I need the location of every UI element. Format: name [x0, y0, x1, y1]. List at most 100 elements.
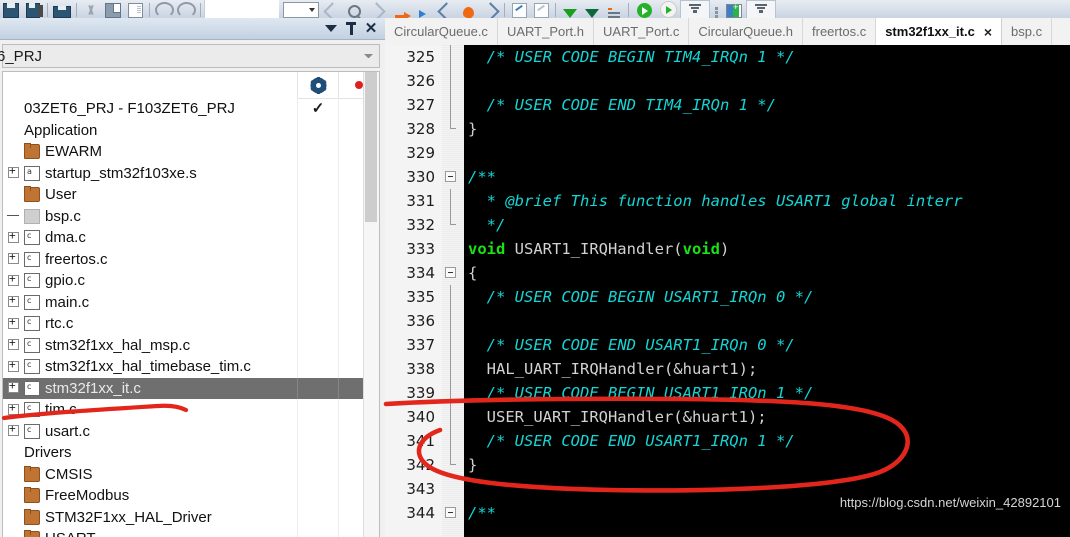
tree-item-usart-c[interactable]: usart.c	[3, 420, 379, 442]
editor-tab-bsp-c[interactable]: bsp.c	[1002, 18, 1053, 45]
expand-icon[interactable]	[7, 315, 21, 331]
fold-marker-row[interactable]	[442, 261, 464, 285]
tree-item-freertos-c[interactable]: freertos.c	[3, 248, 379, 270]
tree-scrollbar[interactable]	[363, 72, 379, 537]
tree-item-bsp-c[interactable]: bsp.c	[3, 205, 379, 227]
tab-close-icon[interactable]: ×	[984, 25, 992, 39]
dots-handle[interactable]	[710, 0, 722, 18]
expand-icon[interactable]	[7, 422, 21, 438]
diag-button[interactable]	[479, 0, 501, 18]
prev-button[interactable]	[435, 0, 457, 18]
fold-collapse-icon[interactable]	[445, 267, 456, 278]
redo-button[interactable]	[175, 0, 197, 18]
code-line[interactable]: /* USER CODE END TIM4_IRQn 1 */	[464, 93, 1070, 117]
undo-button[interactable]	[153, 0, 175, 18]
expand-icon[interactable]	[7, 272, 21, 288]
editor-tab-circularqueue-c[interactable]: CircularQueue.c	[385, 18, 498, 45]
nav-back-button[interactable]	[321, 0, 343, 18]
expand-icon[interactable]	[7, 358, 21, 374]
panel-pin-button[interactable]	[341, 19, 361, 39]
save-button[interactable]	[0, 0, 22, 18]
tree-scrollbar-thumb[interactable]	[365, 72, 377, 222]
funnel2-popup-button[interactable]	[746, 0, 776, 18]
tree-item-stm32f1xx-hal-driver[interactable]: STM32F1xx_HAL_Driver	[3, 506, 379, 528]
editor-tab-freertos-c[interactable]: freertos.c	[803, 18, 877, 45]
project-tree[interactable]: 03ZET6_PRJ - F103ZET6_PRJ ✓ Application EWA…	[2, 71, 380, 537]
green-chevron-button[interactable]	[559, 0, 581, 18]
list-button[interactable]	[603, 0, 625, 18]
tree-item-main-c[interactable]: main.c	[3, 291, 379, 313]
box-right-button[interactable]	[530, 0, 552, 18]
tree-item-stm32f1xx-it-c[interactable]: stm32f1xx_it.c	[3, 377, 379, 399]
green-chevron-dark-button[interactable]	[581, 0, 603, 18]
bookmark-button[interactable]	[413, 0, 435, 18]
goto-button[interactable]	[387, 0, 413, 18]
toolbar-combo[interactable]	[281, 0, 321, 18]
expand-icon[interactable]	[7, 336, 21, 352]
copy-button[interactable]	[102, 0, 124, 18]
code-line[interactable]: */	[464, 213, 1070, 237]
tree-item-rtc-c[interactable]: rtc.c	[3, 313, 379, 335]
run-button[interactable]	[632, 0, 656, 18]
code-text-area[interactable]: /* USER CODE BEGIN TIM4_IRQn 1 */ /* USE…	[464, 45, 1070, 537]
tree-item-gpio-c[interactable]: gpio.c	[3, 270, 379, 292]
code-line[interactable]	[464, 309, 1070, 333]
code-line[interactable]: void USART1_IRQHandler(void)	[464, 237, 1070, 261]
tree-item-drivers[interactable]: Drivers	[3, 442, 379, 464]
cut-button[interactable]	[80, 0, 102, 18]
editor-tabbar[interactable]: CircularQueue.c UART_Port.h UART_Port.c Cir…	[385, 18, 1070, 46]
code-line[interactable]: USER_UART_IRQHandler(&huart1);	[464, 405, 1070, 429]
code-line[interactable]	[464, 69, 1070, 93]
code-line[interactable]: /* USER CODE BEGIN USART1_IRQn 0 */	[464, 285, 1070, 309]
tree-item-startup-stm32f103xe-s[interactable]: startup_stm32f103xe.s	[3, 162, 379, 184]
tree-col-settings[interactable]	[297, 72, 338, 98]
blob-button[interactable]	[457, 0, 479, 18]
box-left-button[interactable]	[508, 0, 530, 18]
nav-forward-button[interactable]	[365, 0, 387, 18]
code-line[interactable]: /* USER CODE BEGIN USART1_IRQn 1 */	[464, 381, 1070, 405]
expand-icon[interactable]	[7, 164, 21, 180]
fold-marker-row[interactable]	[442, 501, 464, 525]
code-line[interactable]: * @brief This function handles USART1 gl…	[464, 189, 1070, 213]
tree-item-application[interactable]: Application	[3, 119, 379, 141]
tree-item-stm32f1xx-hal-msp-c[interactable]: stm32f1xx_hal_msp.c	[3, 334, 379, 356]
code-line[interactable]: /* USER CODE END USART1_IRQn 0 */	[464, 333, 1070, 357]
expand-icon[interactable]	[7, 229, 21, 245]
tree-item-cmsis[interactable]: CMSIS	[3, 463, 379, 485]
tree-item-dma-c[interactable]: dma.c	[3, 227, 379, 249]
tree-item-03zet6-prj-f103zet6-prj[interactable]: 03ZET6_PRJ - F103ZET6_PRJ ✓	[3, 98, 379, 120]
tree-item-user[interactable]: User	[3, 184, 379, 206]
code-line[interactable]: }	[464, 453, 1070, 477]
workspace-combo[interactable]: 6_PRJ	[0, 44, 380, 68]
editor-tab-circularqueue-h[interactable]: CircularQueue.h	[689, 18, 804, 45]
code-line[interactable]: /* USER CODE END USART1_IRQn 1 */	[464, 429, 1070, 453]
expand-icon[interactable]	[7, 401, 21, 417]
save-all-button[interactable]	[22, 0, 44, 18]
code-line[interactable]: HAL_UART_IRQHandler(&huart1);	[464, 357, 1070, 381]
tree-item-tim-c[interactable]: tim.c	[3, 399, 379, 421]
fold-marker-row[interactable]	[442, 165, 464, 189]
combo-dropdown[interactable]	[283, 2, 319, 18]
run-pale-button[interactable]	[656, 0, 680, 18]
editor-tab-stm32f1xx-it-c[interactable]: stm32f1xx_it.c ×	[876, 18, 1003, 45]
tree-item-ewarm[interactable]: EWARM	[3, 141, 379, 163]
fold-collapse-icon[interactable]	[445, 171, 456, 182]
code-editor[interactable]: 325 326 327 328 329 330 331 332 333 334 335 336 337 3…	[385, 45, 1070, 537]
code-line[interactable]	[464, 141, 1070, 165]
panel-menu-button[interactable]	[321, 19, 341, 39]
panel-close-button[interactable]: ✕	[361, 19, 381, 39]
code-line[interactable]: {	[464, 261, 1070, 285]
expand-icon[interactable]	[7, 379, 21, 395]
save-block-button[interactable]	[51, 0, 73, 18]
fold-gutter[interactable]	[442, 45, 464, 537]
paste-button[interactable]	[124, 0, 146, 18]
expand-icon[interactable]	[7, 250, 21, 266]
editor-tab-uart-port-c[interactable]: UART_Port.c	[594, 18, 690, 45]
code-line[interactable]: }	[464, 117, 1070, 141]
funnel-popup-button[interactable]	[680, 0, 710, 18]
tree-item-stm32f1xx-hal-timebase-tim-c[interactable]: stm32f1xx_hal_timebase_tim.c	[3, 356, 379, 378]
fold-collapse-icon[interactable]	[445, 507, 456, 518]
tree-item-usart[interactable]: USART	[3, 528, 379, 537]
code-line[interactable]: /* USER CODE BEGIN TIM4_IRQn 1 */	[464, 45, 1070, 69]
code-line[interactable]: /**	[464, 165, 1070, 189]
